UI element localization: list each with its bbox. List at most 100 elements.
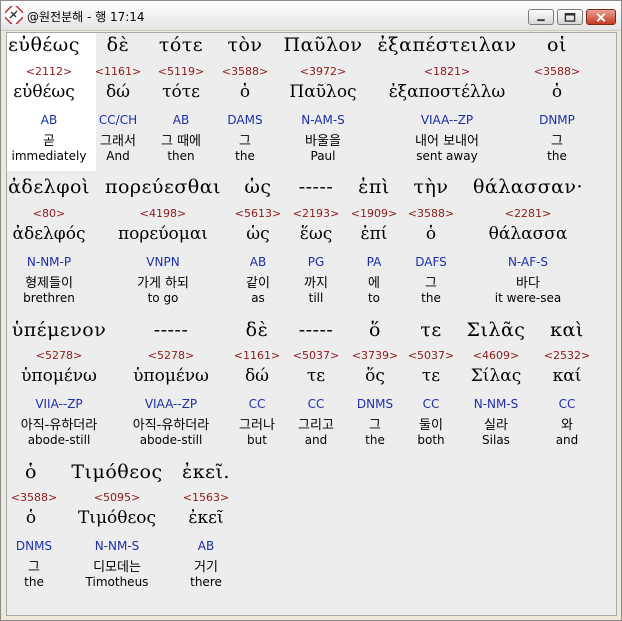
korean-gloss: 에 bbox=[368, 276, 380, 291]
korean-gloss: 가게 하되 bbox=[137, 276, 189, 291]
app-logo-icon bbox=[5, 6, 23, 24]
maximize-button[interactable] bbox=[557, 9, 583, 25]
strong-number[interactable]: <5119> bbox=[149, 65, 213, 78]
strong-number[interactable]: <5613> bbox=[233, 207, 283, 220]
lemma: καί bbox=[552, 366, 582, 386]
greek-word[interactable]: εὐθέως bbox=[7, 34, 81, 56]
greek-word[interactable]: οἱ bbox=[529, 34, 585, 56]
strong-number[interactable]: <1909> bbox=[349, 207, 399, 220]
morph-code[interactable]: DNMS bbox=[7, 539, 61, 553]
close-button[interactable] bbox=[586, 9, 616, 25]
greek-word[interactable]: Παῦλον bbox=[275, 34, 371, 56]
strong-number[interactable]: <1161> bbox=[229, 349, 285, 362]
lemma: Σίλας bbox=[470, 366, 522, 386]
morph-code[interactable]: CC bbox=[537, 397, 597, 411]
app-window: @원전분해 - 행 17:14 εὐθέως δὲ τότε τὸν Παῦλο… bbox=[0, 0, 622, 621]
morph-code[interactable]: VIAA--ZP bbox=[119, 397, 223, 411]
english-gloss: and bbox=[555, 433, 579, 447]
strong-number[interactable]: <2281> bbox=[463, 207, 593, 220]
strong-number[interactable]: <3588> bbox=[7, 491, 61, 504]
strong-number[interactable]: <5278> bbox=[7, 349, 111, 362]
greek-word[interactable]: τὴν bbox=[405, 176, 457, 198]
korean-gloss: 같이 bbox=[246, 276, 270, 291]
greek-word[interactable]: δὲ bbox=[91, 34, 145, 56]
title-bar[interactable]: @원전분해 - 행 17:14 bbox=[1, 1, 621, 31]
morph-code[interactable]: AB bbox=[177, 539, 235, 553]
greek-word[interactable]: ὅ bbox=[347, 319, 403, 341]
strong-number[interactable]: <1563> bbox=[177, 491, 235, 504]
strong-number[interactable]: <5037> bbox=[403, 349, 459, 362]
strong-number[interactable]: <1821> bbox=[369, 65, 525, 78]
morph-code[interactable]: AB bbox=[7, 113, 91, 127]
greek-word[interactable]: ----- bbox=[287, 176, 345, 198]
greek-word[interactable]: ὡς bbox=[233, 176, 283, 198]
morph-code[interactable]: N-AM-S bbox=[275, 113, 371, 127]
strong-number[interactable]: <3588> bbox=[217, 65, 273, 78]
morph-code[interactable]: CC bbox=[287, 397, 345, 411]
strong-number[interactable]: <3739> bbox=[347, 349, 403, 362]
morph-code[interactable]: N-NM-S bbox=[461, 397, 531, 411]
greek-word[interactable]: πορεύεσθαι bbox=[101, 176, 225, 198]
morph-code[interactable]: CC/CH bbox=[91, 113, 145, 127]
greek-word[interactable]: ----- bbox=[119, 319, 223, 341]
strong-number[interactable]: <3588> bbox=[529, 65, 585, 78]
morph-code[interactable]: AB bbox=[149, 113, 213, 127]
greek-word[interactable]: θάλασσαν· bbox=[463, 176, 593, 198]
morph-code[interactable]: N-NM-S bbox=[65, 539, 169, 553]
english-gloss: Timotheus bbox=[85, 575, 149, 589]
lemma: τότε bbox=[162, 82, 200, 102]
morph-code[interactable]: VIIA--ZP bbox=[7, 397, 111, 411]
morph-code[interactable]: VNPN bbox=[101, 255, 225, 269]
greek-word[interactable]: Τιμόθεος bbox=[65, 461, 169, 483]
morph-code[interactable]: PA bbox=[349, 255, 399, 269]
korean-gloss: 그 bbox=[425, 276, 437, 291]
strong-number[interactable]: <3588> bbox=[405, 207, 457, 220]
strong-number[interactable]: <5037> bbox=[287, 349, 345, 362]
greek-word[interactable]: καὶ bbox=[537, 319, 597, 341]
strong-number[interactable]: <5095> bbox=[65, 491, 169, 504]
interlinear-panel[interactable]: εὐθέως δὲ τότε τὸν Παῦλον ἐξαπέστειλαν ο… bbox=[6, 32, 617, 616]
greek-word[interactable]: τότε bbox=[149, 34, 213, 56]
strong-number[interactable]: <2112> bbox=[7, 65, 91, 78]
maximize-icon bbox=[564, 13, 576, 22]
morph-code[interactable]: VIAA--ZP bbox=[369, 113, 525, 127]
english-gloss: to go bbox=[147, 291, 179, 305]
morph-code[interactable]: AB bbox=[233, 255, 283, 269]
greek-word[interactable]: ἀδελφοὶ bbox=[7, 176, 91, 198]
morph-code[interactable]: N-NM-P bbox=[7, 255, 91, 269]
strong-number[interactable]: <2532> bbox=[537, 349, 597, 362]
lemma: Παῦλος bbox=[289, 82, 357, 102]
greek-word[interactable]: ὑπέμενον bbox=[7, 319, 111, 341]
strong-number[interactable]: <80> bbox=[7, 207, 91, 220]
strong-number[interactable]: <4609> bbox=[461, 349, 531, 362]
english-gloss: abode-still bbox=[139, 433, 203, 447]
morph-code[interactable]: DNMP bbox=[529, 113, 585, 127]
morph-code[interactable]: DNMS bbox=[347, 397, 403, 411]
minimize-button[interactable] bbox=[528, 9, 554, 25]
strong-number[interactable]: <2193> bbox=[287, 207, 345, 220]
morph-code[interactable]: N-AF-S bbox=[463, 255, 593, 269]
greek-word[interactable]: ἐπὶ bbox=[349, 176, 399, 198]
morph-code[interactable]: CC bbox=[229, 397, 285, 411]
morph-code[interactable]: CC bbox=[403, 397, 459, 411]
greek-word[interactable]: τε bbox=[403, 319, 459, 341]
korean-gloss: 디모데는 bbox=[93, 560, 141, 575]
greek-word[interactable]: ἐκεῖ. bbox=[177, 461, 235, 483]
english-gloss: till bbox=[308, 291, 324, 305]
greek-word[interactable]: τὸν bbox=[217, 34, 273, 56]
morph-code[interactable]: DAMS bbox=[217, 113, 273, 127]
greek-word[interactable]: ὁ bbox=[7, 461, 55, 483]
greek-word[interactable]: δὲ bbox=[229, 319, 285, 341]
english-gloss: the bbox=[365, 433, 385, 447]
korean-gloss: 아직-유하더라 bbox=[132, 418, 210, 433]
strong-number[interactable]: <5278> bbox=[119, 349, 223, 362]
strong-number[interactable]: <1161> bbox=[91, 65, 145, 78]
strong-number[interactable]: <4198> bbox=[101, 207, 225, 220]
greek-word[interactable]: ἐξαπέστειλαν bbox=[369, 34, 525, 56]
morph-code[interactable]: PG bbox=[287, 255, 345, 269]
lemma: ὁ bbox=[425, 224, 437, 244]
strong-number[interactable]: <3972> bbox=[275, 65, 371, 78]
morph-code[interactable]: DAFS bbox=[405, 255, 457, 269]
greek-word[interactable]: ----- bbox=[287, 319, 345, 341]
greek-word[interactable]: Σιλᾶς bbox=[461, 319, 531, 341]
